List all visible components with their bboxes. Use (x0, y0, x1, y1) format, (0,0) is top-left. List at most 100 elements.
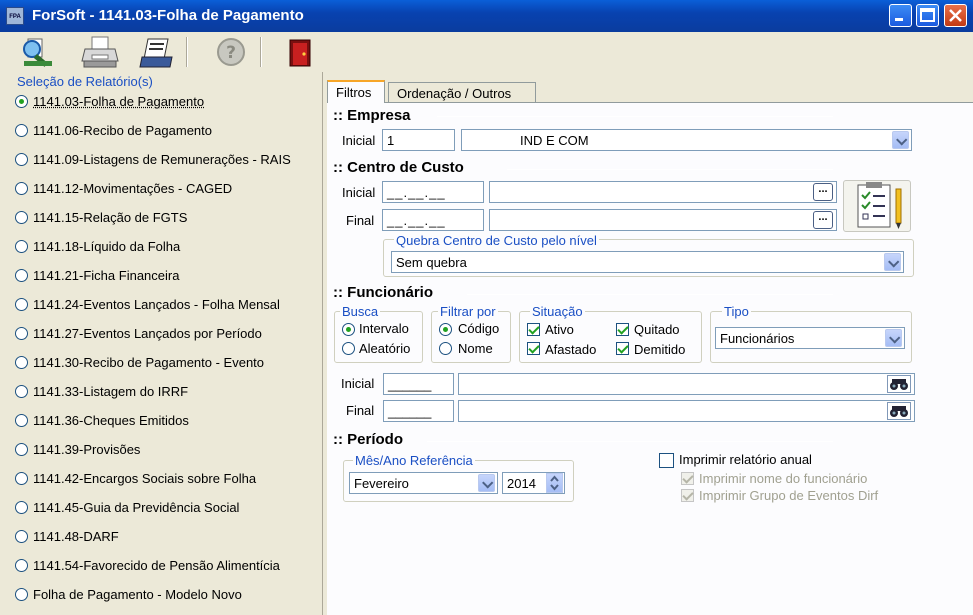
filters-panel: :: Empresa Inicial 1 IND E COM :: Centro… (327, 102, 973, 615)
func-inicial-code-input[interactable]: ______ (383, 373, 454, 395)
tab-filtros[interactable]: Filtros (327, 80, 385, 103)
tipo-dropdown-button[interactable] (885, 329, 902, 347)
application-window: FPA ForSoft - 1141.03-Folha de Pagamento (0, 0, 973, 615)
preview-icon (23, 38, 52, 67)
func-final-code-input[interactable]: ______ (383, 400, 454, 422)
report-radio[interactable] (15, 530, 28, 543)
minimize-button[interactable] (889, 4, 912, 27)
report-radio[interactable] (15, 240, 28, 253)
func-inicial-name-input[interactable] (458, 373, 915, 395)
report-item[interactable]: 1141.30-Recibo de Pagamento - Evento (15, 355, 264, 375)
report-item[interactable]: 1141.15-Relação de FGTS (15, 210, 187, 230)
empresa-dropdown-button[interactable] (892, 131, 909, 149)
exit-button[interactable] (282, 35, 322, 69)
situacao-afastado-checkbox[interactable] (527, 342, 540, 355)
cc-inicial-lookup-button[interactable]: ... (813, 183, 833, 201)
report-radio[interactable] (15, 153, 28, 166)
section-divider (437, 116, 833, 117)
report-radio[interactable] (15, 443, 28, 456)
anual-checkbox[interactable] (659, 453, 674, 468)
filtrar-codigo-radio[interactable] (439, 323, 452, 336)
preview-button[interactable] (18, 35, 58, 69)
month-dropdown-button[interactable] (478, 474, 495, 492)
report-item[interactable]: 1141.42-Encargos Sociais sobre Folha (15, 471, 256, 491)
report-radio[interactable] (15, 95, 28, 108)
title-bar[interactable]: FPA ForSoft - 1141.03-Folha de Pagamento (0, 0, 973, 32)
report-item[interactable]: 1141.18-Líquido da Folha (15, 239, 180, 259)
busca-aleatorio-label: Aleatório (359, 341, 411, 356)
tipo-select[interactable]: Funcionários (715, 327, 905, 349)
report-radio[interactable] (15, 182, 28, 195)
maximize-button[interactable] (916, 4, 939, 27)
help-button[interactable]: ? (211, 35, 251, 69)
report-radio[interactable] (15, 501, 28, 514)
report-item[interactable]: 1141.48-DARF (15, 529, 119, 549)
situacao-ativo-checkbox[interactable] (527, 323, 540, 336)
section-divider (467, 294, 833, 295)
month-select[interactable]: Fevereiro (349, 472, 498, 494)
cc-final-lookup-button[interactable]: ... (813, 211, 833, 229)
report-item[interactable]: 1141.09-Listagens de Remunerações - RAIS (15, 152, 291, 172)
report-item[interactable]: 1141.03-Folha de Pagamento (15, 94, 204, 114)
tab-ordenacao-outros[interactable]: Ordenação / Outros (388, 82, 536, 103)
binoculars-icon (890, 406, 908, 417)
cc-inicial-code-input[interactable]: __.__.__ (382, 181, 484, 203)
close-button[interactable] (944, 4, 967, 27)
quebra-dropdown-button[interactable] (884, 253, 901, 271)
filtrar-codigo-label: Código (458, 321, 500, 336)
grupo-dirf-checkbox[interactable] (681, 489, 694, 502)
situacao-demitido-checkbox[interactable] (616, 342, 629, 355)
report-item[interactable]: 1141.54-Favorecido de Pensão Alimentícia (15, 558, 280, 578)
func-final-search-button[interactable] (887, 402, 911, 420)
report-radio[interactable] (15, 327, 28, 340)
print-button[interactable] (80, 35, 120, 69)
report-radio[interactable] (15, 211, 28, 224)
report-item[interactable]: 1141.12-Movimentações - CAGED (15, 181, 232, 201)
report-radio[interactable] (15, 269, 28, 282)
report-radio[interactable] (15, 414, 28, 427)
cc-final-name-input[interactable] (489, 209, 837, 231)
cc-checklist-button[interactable] (843, 180, 911, 232)
report-radio[interactable] (15, 472, 28, 485)
cc-inicial-name-input[interactable] (489, 181, 837, 203)
report-item[interactable]: 1141.39-Provisões (15, 442, 140, 462)
report-item[interactable]: 1141.45-Guia da Previdência Social (15, 500, 239, 520)
report-item[interactable]: 1141.27-Eventos Lançados por Período (15, 326, 262, 346)
func-final-name-input[interactable] (458, 400, 915, 422)
nome-funcionario-checkbox[interactable] (681, 472, 694, 485)
report-item[interactable]: 1141.33-Listagem do IRRF (15, 384, 188, 404)
year-spin-buttons[interactable] (546, 473, 563, 493)
empresa-code-input[interactable]: 1 (382, 129, 455, 151)
cc-final-code-input[interactable]: __.__.__ (382, 209, 484, 231)
report-radio[interactable] (15, 385, 28, 398)
quebra-select[interactable]: Sem quebra (391, 251, 904, 273)
situacao-quitado-checkbox[interactable] (616, 323, 629, 336)
cc-inicial-label: Inicial (342, 185, 376, 200)
filtrar-title: Filtrar por (438, 304, 498, 319)
func-inicial-label: Inicial (341, 376, 375, 391)
empresa-name-select[interactable]: IND E COM (461, 129, 912, 151)
report-item[interactable]: 1141.36-Cheques Emitidos (15, 413, 189, 433)
report-item[interactable]: Folha de Pagamento - Modelo Novo (15, 587, 242, 607)
exit-door-icon (289, 39, 311, 67)
report-item-label: Folha de Pagamento - Modelo Novo (33, 587, 242, 602)
report-radio[interactable] (15, 588, 28, 601)
report-radio[interactable] (15, 559, 28, 572)
report-item[interactable]: 1141.24-Eventos Lançados - Folha Mensal (15, 297, 280, 317)
report-item[interactable]: 1141.21-Ficha Financeira (15, 268, 179, 288)
func-inicial-search-button[interactable] (887, 375, 911, 393)
report-item-label: 1141.24-Eventos Lançados - Folha Mensal (33, 297, 280, 312)
busca-intervalo-radio[interactable] (342, 323, 355, 336)
report-radio[interactable] (15, 124, 28, 137)
toolbar-separator (186, 37, 188, 67)
report-item-label: 1141.18-Líquido da Folha (33, 239, 181, 254)
report-item-label: 1141.36-Cheques Emitidos (33, 413, 189, 428)
report-radio[interactable] (15, 356, 28, 369)
print-setup-button[interactable] (138, 35, 178, 69)
situacao-quitado-label: Quitado (634, 322, 680, 337)
report-radio[interactable] (15, 298, 28, 311)
nome-funcionario-label: Imprimir nome do funcionário (699, 471, 868, 486)
busca-aleatorio-radio[interactable] (342, 342, 355, 355)
report-item[interactable]: 1141.06-Recibo de Pagamento (15, 123, 212, 143)
filtrar-nome-radio[interactable] (439, 342, 452, 355)
